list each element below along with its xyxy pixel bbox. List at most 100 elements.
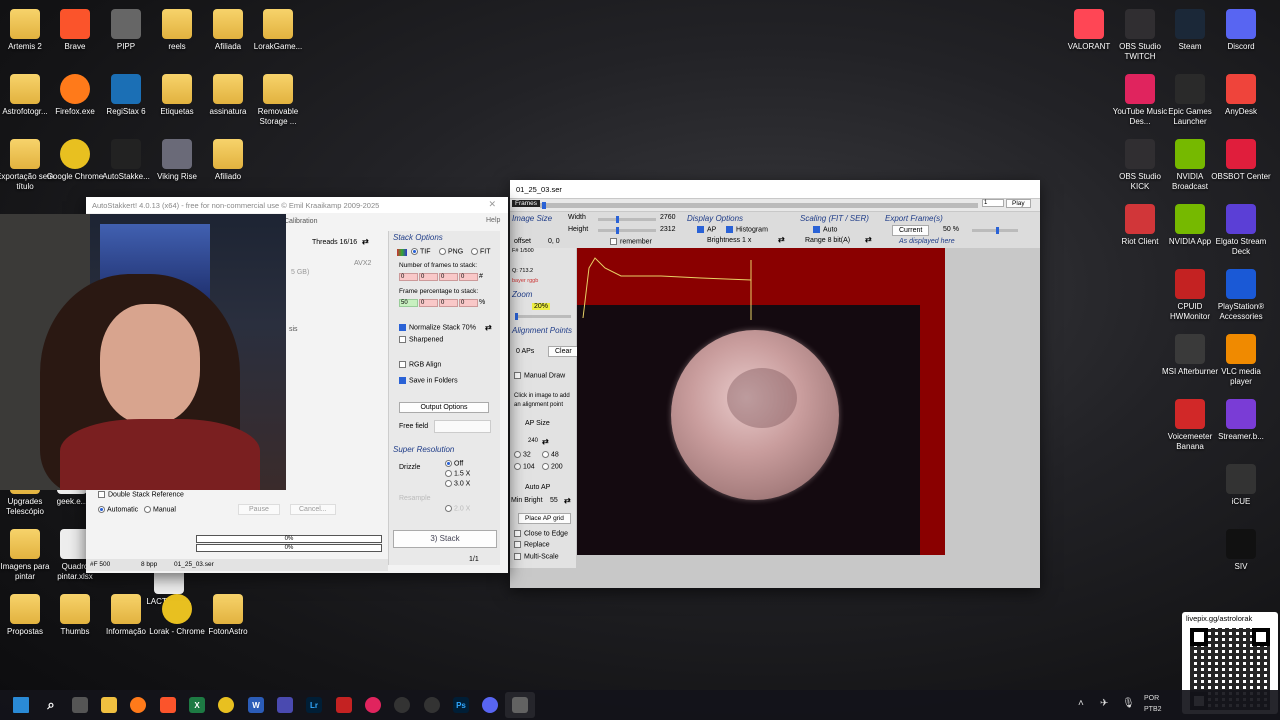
format-fit[interactable]: FIT [471, 248, 491, 255]
obs-taskbar-icon[interactable] [394, 697, 410, 713]
resample-2x[interactable]: 2.0 X [445, 505, 470, 512]
chrome-taskbar-icon[interactable] [218, 697, 234, 713]
search-icon[interactable]: ⌕ [43, 697, 59, 713]
help-menu[interactable]: Help [486, 217, 500, 224]
app-icon [1226, 464, 1256, 494]
chevron-up-icon[interactable]: ˄ [1078, 698, 1084, 709]
height-slider-thumb[interactable] [616, 227, 619, 234]
auto-scaling-checkbox[interactable]: Auto [813, 226, 837, 233]
save-in-folders-checkbox[interactable]: Save in Folders [399, 377, 458, 384]
play-button[interactable]: Play [1006, 199, 1031, 208]
photoshop-icon[interactable]: Ps [453, 697, 469, 713]
image-canvas[interactable] [577, 248, 945, 555]
clear-button[interactable]: Clear [548, 346, 579, 357]
excel-icon[interactable]: X [189, 697, 205, 713]
manual-radio[interactable]: Manual [144, 506, 176, 513]
frames-slider-thumb[interactable] [542, 202, 546, 209]
desktop-icon[interactable]: Discord [1211, 5, 1271, 52]
desktop-icon[interactable]: LorakGame... [248, 5, 308, 52]
desktop-icon[interactable]: Removable Storage ... [248, 70, 308, 127]
export-slider[interactable] [972, 227, 1018, 234]
desktop-icon[interactable]: iCUE [1211, 460, 1271, 507]
stack-button[interactable]: 3) Stack [393, 530, 497, 548]
remember-checkbox[interactable]: remember [610, 238, 652, 245]
voicemeeter-taskbar-icon[interactable] [336, 697, 352, 713]
microphone-icon[interactable]: 🎙 [1122, 698, 1135, 709]
scaling-reset-icon[interactable]: ⇄ [865, 235, 872, 244]
brightness-reset-icon[interactable]: ⇄ [778, 235, 785, 244]
frames-slider[interactable] [540, 202, 978, 209]
calibration-tab[interactable]: Calibration [284, 218, 317, 225]
brave-taskbar-icon[interactable] [160, 697, 176, 713]
drizzle-off[interactable]: Off [445, 460, 463, 467]
desktop-icon[interactable]: FotonAstro [198, 590, 258, 637]
drizzle-1-5x[interactable]: 1.5 X [445, 470, 470, 477]
ap-size-48[interactable]: 48 [542, 451, 559, 458]
ap-size-32[interactable]: 32 [514, 451, 531, 458]
drizzle-3x[interactable]: 3.0 X [445, 480, 470, 487]
manual-draw-checkbox[interactable]: Manual Draw [514, 372, 565, 379]
autostakkert-titlebar[interactable]: AutoStakkert! 4.0.13 (x64) - free for no… [86, 197, 508, 213]
format-png[interactable]: PNG [439, 248, 463, 255]
language-primary[interactable]: POR [1144, 695, 1159, 702]
network-icon[interactable]: ✈ [1100, 698, 1108, 709]
pause-button[interactable]: Pause [238, 504, 280, 515]
current-button[interactable]: Current [892, 225, 930, 236]
desktop-icon[interactable]: OBSBOT Center [1211, 135, 1271, 182]
output-options-button[interactable]: Output Options [399, 402, 489, 413]
desktop-icon-label: Elgato Stream Deck [1215, 237, 1267, 256]
youtube-music-taskbar-icon[interactable] [365, 697, 381, 713]
close-to-edge-checkbox[interactable]: Close to Edge [514, 530, 568, 537]
zoom-slider[interactable] [515, 313, 571, 320]
app-icon[interactable] [277, 697, 293, 713]
place-ap-grid-button[interactable]: Place AP grid [518, 513, 571, 524]
close-icon[interactable]: ✕ [488, 199, 496, 210]
export-slider-thumb[interactable] [996, 227, 999, 234]
firefox-taskbar-icon[interactable] [130, 697, 146, 713]
obs2-taskbar-icon[interactable] [424, 697, 440, 713]
desktop-icon[interactable]: AnyDesk [1211, 70, 1271, 117]
frame-number[interactable]: 1 [982, 199, 1004, 207]
desktop-icon[interactable]: Streamer.b... [1211, 395, 1271, 442]
desktop-icon[interactable]: Afiliado [198, 135, 258, 182]
frames-to-stack-fields[interactable]: 0 0 0 0 # [399, 273, 483, 281]
double-stack-checkbox[interactable]: Double Stack Reference [98, 491, 184, 498]
desktop-icon-label: iCUE [1231, 497, 1251, 506]
word-icon[interactable]: W [248, 697, 264, 713]
normalize-toggle-icon[interactable]: ⇄ [485, 323, 492, 332]
cancel-button[interactable]: Cancel... [290, 504, 336, 515]
ap-size-200[interactable]: 200 [542, 463, 563, 470]
ap-checkbox[interactable]: AP [697, 226, 716, 233]
format-tif[interactable]: TIF [411, 248, 431, 255]
discord-taskbar-icon[interactable] [482, 697, 498, 713]
ap-size-toggle-icon[interactable]: ⇄ [542, 437, 549, 446]
free-field-input[interactable] [434, 420, 491, 433]
rgb-align-checkbox[interactable]: RGB Align [399, 361, 441, 368]
desktop-icon[interactable]: PlayStation® Accessories [1211, 265, 1271, 322]
zoom-slider-thumb[interactable] [515, 313, 518, 320]
desktop-icon[interactable]: SIV [1211, 525, 1271, 572]
width-slider-thumb[interactable] [616, 216, 619, 223]
frame-percentage-fields[interactable]: 50 0 0 0% [399, 299, 485, 307]
normalize-checkbox[interactable]: Normalize Stack 70% [399, 324, 476, 331]
automatic-radio[interactable]: Automatic [98, 506, 138, 513]
width-slider[interactable] [598, 216, 656, 223]
desktop-icon[interactable]: Elgato Stream Deck [1211, 200, 1271, 257]
chrome-icon [162, 594, 192, 624]
height-slider[interactable] [598, 227, 656, 234]
ap-size-104[interactable]: 104 [514, 463, 535, 470]
sharpened-checkbox[interactable]: Sharpened [399, 336, 443, 343]
multi-scale-checkbox[interactable]: Multi-Scale [514, 553, 559, 560]
windows-start-icon[interactable] [13, 697, 29, 713]
file-explorer-icon[interactable] [101, 697, 117, 713]
threads-toggle-icon[interactable]: ⇄ [362, 237, 369, 246]
replace-checkbox[interactable]: Replace [514, 541, 550, 548]
min-bright-toggle-icon[interactable]: ⇄ [564, 496, 571, 505]
viewer-titlebar[interactable]: 01_25_03.ser [510, 180, 1040, 198]
language-secondary[interactable]: PTB2 [1144, 706, 1162, 713]
pipp-taskbar-icon[interactable] [72, 697, 88, 713]
webcam-overlay [0, 214, 286, 490]
histogram-checkbox[interactable]: Histogram [726, 226, 768, 233]
lightroom-icon[interactable]: Lr [306, 697, 322, 713]
desktop-icon[interactable]: VLC media player [1211, 330, 1271, 387]
